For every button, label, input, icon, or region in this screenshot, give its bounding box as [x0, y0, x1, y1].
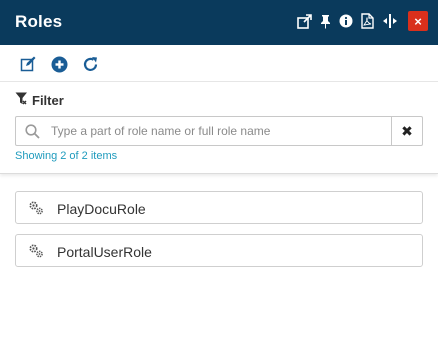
pin-icon[interactable] — [317, 12, 333, 30]
clear-filter-button[interactable]: ✖ — [391, 116, 423, 146]
pdf-icon[interactable] — [359, 12, 375, 30]
refresh-icon[interactable] — [81, 55, 99, 73]
search-icon — [25, 124, 40, 144]
edit-icon[interactable] — [19, 55, 37, 73]
search-box — [15, 116, 392, 146]
gears-icon — [28, 243, 44, 264]
info-icon[interactable] — [338, 12, 354, 30]
list-item-role[interactable]: PortalUserRole — [15, 234, 423, 267]
pop-out-icon[interactable] — [296, 12, 312, 30]
results-count: Showing 2 of 2 items — [15, 150, 118, 162]
filter-label: Filter — [32, 92, 64, 108]
close-button[interactable]: × — [408, 11, 428, 31]
panel-title: Roles — [15, 12, 63, 31]
close-icon: × — [414, 13, 422, 29]
filter-heading: Filter — [15, 92, 64, 108]
panel-header: Roles × — [0, 0, 438, 45]
list-item-role[interactable]: PlayDocuRole — [15, 191, 423, 224]
search-input[interactable] — [51, 121, 386, 141]
resize-icon[interactable] — [382, 12, 398, 30]
role-name: PlayDocuRole — [57, 201, 146, 217]
clear-icon: ✖ — [401, 122, 413, 139]
toolbar — [0, 45, 438, 82]
gears-icon — [28, 200, 44, 221]
add-icon[interactable] — [50, 55, 68, 73]
filter-icon — [15, 92, 28, 108]
role-name: PortalUserRole — [57, 244, 152, 260]
filter-section: Filter ✖ Showing 2 of 2 items — [0, 82, 438, 174]
